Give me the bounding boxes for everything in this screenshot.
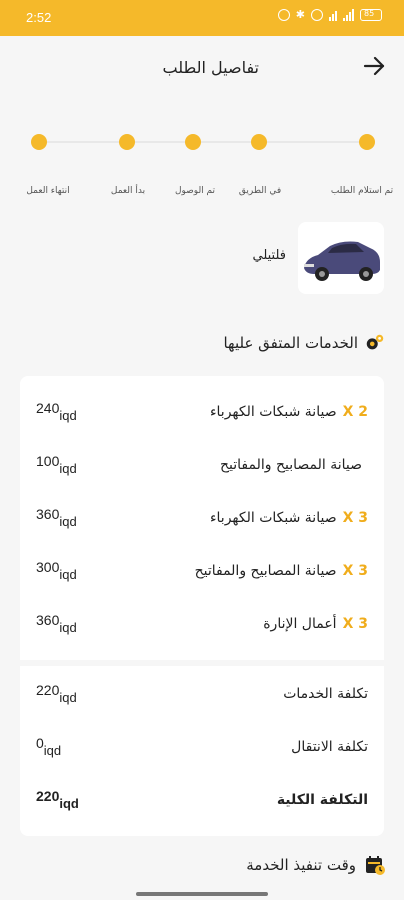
- status-time: 2:52: [26, 10, 52, 25]
- currency: iqd: [59, 461, 77, 476]
- progress-line: [40, 141, 368, 143]
- currency: iqd: [59, 408, 77, 423]
- wifi-icon: [329, 9, 337, 21]
- service-name: أعمال الإنارة X 3: [263, 616, 368, 632]
- signal-icon: [343, 9, 354, 21]
- page-title: تفاصيل الطلب: [162, 58, 260, 77]
- execution-time-header: وقت تنفيذ الخدمة: [246, 852, 386, 878]
- currency: iqd: [43, 743, 62, 758]
- service-name: صيانة شبكات الكهرباء X 2: [210, 404, 368, 420]
- services-title: الخدمات المتفق عليها: [223, 334, 358, 352]
- currency: iqd: [59, 514, 77, 529]
- price-value: 300: [36, 559, 60, 575]
- summary-label: التكلفة الكلية: [276, 792, 368, 808]
- home-indicator[interactable]: [136, 892, 268, 896]
- service-label: صيانة المصابيح والمفاتيح: [219, 457, 362, 473]
- currency: iqd: [59, 796, 79, 811]
- price-value: 220: [36, 788, 60, 804]
- price-value: 220: [36, 682, 60, 698]
- vehicle-name: فلتيلي: [252, 248, 286, 263]
- price-value: 0: [36, 735, 44, 751]
- service-name: صيانة شبكات الكهرباء X 3: [210, 510, 368, 526]
- price-value: 240: [36, 400, 60, 416]
- services-card: صيانة شبكات الكهرباء X 2 240iqd صيانة الم…: [20, 376, 384, 836]
- service-row: أعمال الإنارة X 3 360iqd: [20, 606, 384, 646]
- service-label: صيانة شبكات الكهرباء: [209, 510, 337, 526]
- summary-price: 220iqd: [36, 788, 79, 811]
- services-header: الخدمات المتفق عليها: [223, 330, 386, 356]
- step-label: تم الوصول: [174, 186, 216, 196]
- currency: iqd: [59, 690, 77, 705]
- service-name: صيانة المصابيح والمفاتيح X 3: [195, 563, 368, 579]
- service-price: 100iqd: [36, 453, 77, 476]
- price-value: 100: [36, 453, 60, 469]
- progress-dot-on-the-way: [251, 134, 267, 150]
- gears-icon: [366, 334, 384, 350]
- currency: iqd: [59, 567, 77, 582]
- service-quantity: X 3: [342, 563, 368, 579]
- currency: iqd: [59, 620, 77, 635]
- service-price: 360iqd: [36, 506, 77, 529]
- service-row: صيانة المصابيح والمفاتيح 100iqd: [20, 447, 384, 487]
- summary-price: 220iqd: [36, 682, 77, 705]
- order-progress: [0, 130, 404, 160]
- progress-dot-arrived: [185, 134, 201, 150]
- summary-label: تكلفة الانتقال: [291, 739, 368, 755]
- car-image: [298, 222, 384, 294]
- progress-dot-received: [359, 134, 375, 150]
- step-label: في الطريق: [238, 186, 282, 196]
- service-label: صيانة المصابيح والمفاتيح: [194, 563, 337, 579]
- service-row: صيانة شبكات الكهرباء X 2 240iqd: [20, 394, 384, 434]
- car-icon: [304, 241, 380, 281]
- service-price: 360iqd: [36, 612, 77, 635]
- summary-price: 0iqd: [36, 735, 61, 758]
- service-quantity: X 3: [342, 616, 368, 632]
- service-label: صيانة شبكات الكهرباء: [209, 404, 337, 420]
- status-bar: 2:52 ✱ 85: [0, 0, 404, 36]
- step-label: بدأ العمل: [110, 186, 146, 196]
- back-arrow-icon[interactable]: [360, 52, 388, 80]
- services-cost-row: تكلفة الخدمات 220iqd: [20, 676, 384, 716]
- summary-label: تكلفة الخدمات: [283, 686, 368, 702]
- execution-time-title: وقت تنفيذ الخدمة: [246, 856, 356, 874]
- service-row: صيانة شبكات الكهرباء X 3 360iqd: [20, 500, 384, 540]
- alarm-icon: [277, 9, 290, 21]
- progress-dot-started: [119, 134, 135, 150]
- step-label: تم استلام الطلب: [330, 186, 394, 196]
- service-quantity: X 2: [342, 404, 368, 420]
- battery-level: 85: [364, 9, 375, 18]
- transfer-cost-row: تكلفة الانتقال 0iqd: [20, 729, 384, 769]
- price-value: 360: [36, 506, 60, 522]
- service-price: 240iqd: [36, 400, 77, 423]
- progress-dot-finished: [31, 134, 47, 150]
- bluetooth-icon: ✱: [295, 8, 305, 21]
- service-row: صيانة المصابيح والمفاتيح X 3 300iqd: [20, 553, 384, 593]
- service-price: 300iqd: [36, 559, 77, 582]
- vehicle-info: فلتيلي: [0, 218, 404, 298]
- divider: [20, 660, 384, 666]
- step-label: انتهاء العمل: [26, 186, 70, 196]
- app-header: تفاصيل الطلب: [0, 36, 404, 102]
- total-cost-row: التكلفة الكلية 220iqd: [20, 782, 384, 822]
- progress-labels: تم استلام الطلب في الطريق تم الوصول بدأ …: [0, 186, 404, 200]
- service-quantity: X 3: [342, 510, 368, 526]
- service-label: أعمال الإنارة: [263, 616, 337, 632]
- battery-icon: 85: [360, 9, 382, 21]
- mute-icon: [311, 9, 323, 21]
- service-name: صيانة المصابيح والمفاتيح: [220, 457, 368, 473]
- price-value: 360: [36, 612, 60, 628]
- status-icons: ✱ 85: [277, 8, 382, 21]
- calendar-clock-icon: [366, 856, 385, 875]
